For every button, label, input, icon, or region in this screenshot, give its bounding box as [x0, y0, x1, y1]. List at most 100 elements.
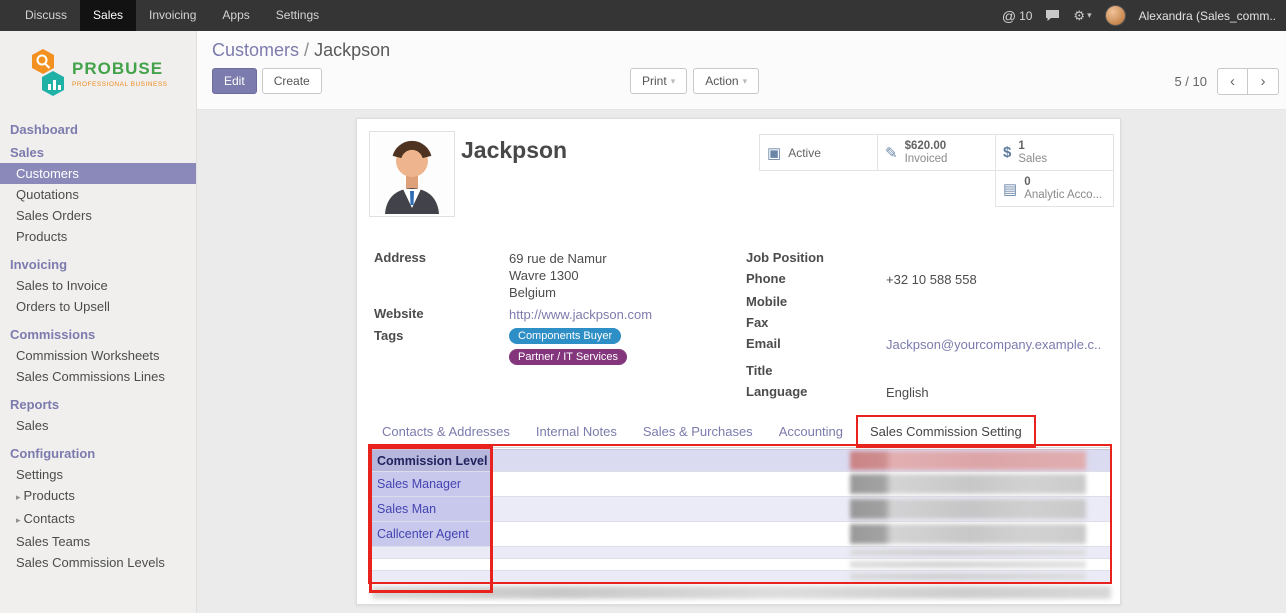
left-field-group: Address 69 rue de Namur Wavre 1300 Belgi… — [374, 250, 714, 375]
action-dropdown-button[interactable]: Action▾ — [693, 68, 759, 94]
mobile-field: Mobile — [746, 294, 1111, 310]
sidebar-item-products[interactable]: Products — [0, 226, 196, 247]
print-dropdown-button[interactable]: Print▾ — [630, 68, 687, 94]
address-field: Address 69 rue de Namur Wavre 1300 Belgi… — [374, 250, 714, 301]
sidebar-item-sales-orders[interactable]: Sales Orders — [0, 205, 196, 226]
dollar-icon: $ — [1003, 144, 1011, 161]
messages-button[interactable] — [1045, 9, 1060, 22]
sidebar-heading-reports[interactable]: Reports — [0, 394, 196, 415]
probuse-logo-icon — [30, 47, 66, 99]
breadcrumb-separator: / — [304, 40, 309, 60]
sidebar-item-label: Products — [24, 488, 75, 503]
invoiced-stat-button[interactable]: ✎ $620.00 Invoiced — [877, 134, 996, 171]
sidebar-heading-sales[interactable]: Sales — [0, 142, 196, 163]
chevron-down-icon: ▾ — [743, 76, 748, 87]
invoiced-label: Invoiced — [905, 153, 948, 166]
tab-sales-purchases[interactable]: Sales & Purchases — [630, 416, 766, 447]
breadcrumb: Customers / Jackpson — [212, 40, 390, 61]
customer-avatar-image — [372, 134, 452, 214]
mentions-button[interactable]: @ 10 — [1002, 8, 1033, 24]
probuse-logo: PROBUSE PROFESSIONAL BUSINESS — [0, 31, 196, 113]
form-sheet: Jackpson ▣ Active ✎ $620.00 Invoiced $ 1… — [356, 118, 1121, 605]
tag-partner-it-services[interactable]: Partner / IT Services — [509, 349, 627, 365]
logo-title: PROBUSE — [72, 59, 168, 79]
create-button[interactable]: Create — [262, 68, 322, 94]
form-buttons: Edit Create — [212, 68, 322, 94]
table-row[interactable]: Callcenter Agent — [372, 521, 1111, 546]
mention-count: 10 — [1019, 9, 1032, 23]
tab-sales-commission-setting[interactable]: Sales Commission Setting — [856, 415, 1036, 448]
table-empty-row — [372, 546, 1111, 558]
tags-label: Tags — [374, 328, 509, 370]
topbar-menus: Discuss Sales Invoicing Apps Settings — [0, 0, 332, 31]
notebook-tabs: Contacts & Addresses Internal Notes Sale… — [369, 415, 1110, 448]
tab-contacts-addresses[interactable]: Contacts & Addresses — [369, 416, 523, 447]
sidebar-item-orders-to-upsell[interactable]: Orders to Upsell — [0, 296, 196, 317]
phone-label: Phone — [746, 271, 886, 288]
sidebar-item-config-contacts[interactable]: ▸Contacts — [0, 508, 196, 531]
redacted-value — [850, 561, 1086, 568]
pager-previous-button[interactable]: ‹ — [1217, 68, 1248, 95]
user-avatar[interactable] — [1105, 5, 1126, 26]
sidebar-item-commission-worksheets[interactable]: Commission Worksheets — [0, 345, 196, 366]
user-menu[interactable]: Alexandra (Sales_comm.. — [1139, 9, 1276, 23]
phone-value[interactable]: +32 10 588 558 — [886, 271, 977, 288]
table-row[interactable]: Sales Manager — [372, 471, 1111, 496]
tab-internal-notes[interactable]: Internal Notes — [523, 416, 630, 447]
analytic-accounts-stat-button[interactable]: ▤ 0 Analytic Acco... — [995, 170, 1114, 207]
sidebar-item-sales-commission-levels[interactable]: Sales Commission Levels — [0, 552, 196, 573]
website-link[interactable]: http://www.jackpson.com — [509, 306, 652, 323]
tab-accounting[interactable]: Accounting — [766, 416, 856, 447]
gear-icon: ⚙ — [1073, 8, 1085, 24]
redacted-value — [850, 573, 1086, 580]
topbar-menu-invoicing[interactable]: Invoicing — [136, 0, 209, 31]
topbar-menu-sales[interactable]: Sales — [80, 0, 136, 31]
redacted-header-value — [850, 451, 1086, 470]
chevron-right-icon: › — [1261, 73, 1266, 90]
sidebar-item-label: Contacts — [24, 511, 75, 526]
email-link[interactable]: Jackpson@yourcompany.example.c.. — [886, 336, 1101, 353]
table-row[interactable]: Sales Man — [372, 496, 1111, 521]
breadcrumb-customers-link[interactable]: Customers — [212, 40, 299, 60]
sidebar: PROBUSE PROFESSIONAL BUSINESS Dashboard … — [0, 31, 197, 613]
email-field: Email Jackpson@yourcompany.example.c.. — [746, 336, 1111, 353]
redacted-value — [850, 549, 1086, 556]
sidebar-heading-invoicing[interactable]: Invoicing — [0, 254, 196, 275]
customer-photo[interactable] — [369, 131, 455, 217]
sidebar-heading-commissions[interactable]: Commissions — [0, 324, 196, 345]
sidebar-item-reports-sales[interactable]: Sales — [0, 415, 196, 436]
right-field-group: Job Position Phone +32 10 588 558 Mobile… — [746, 250, 1111, 406]
commission-level-header: Commission Level — [372, 450, 490, 471]
language-value[interactable]: English — [886, 384, 929, 401]
sidebar-item-settings[interactable]: Settings — [0, 464, 196, 485]
analytic-count: 0 — [1024, 176, 1102, 189]
title-label: Title — [746, 363, 886, 379]
main-content: Jackpson ▣ Active ✎ $620.00 Invoiced $ 1… — [197, 110, 1286, 613]
sidebar-item-sales-teams[interactable]: Sales Teams — [0, 531, 196, 552]
tags-field: Tags Components Buyer Partner / IT Servi… — [374, 328, 714, 370]
sidebar-item-customers[interactable]: Customers — [0, 163, 196, 184]
redacted-value — [850, 499, 1086, 519]
mobile-label: Mobile — [746, 294, 886, 310]
commission-table-header-row: Commission Level — [372, 449, 1111, 471]
sidebar-heading-dashboard[interactable]: Dashboard — [0, 119, 196, 140]
sidebar-item-quotations[interactable]: Quotations — [0, 184, 196, 205]
sidebar-heading-configuration[interactable]: Configuration — [0, 443, 196, 464]
address-value[interactable]: 69 rue de Namur Wavre 1300 Belgium — [509, 250, 607, 301]
commission-level-cell: Sales Man — [372, 497, 490, 521]
table-empty-row — [372, 570, 1111, 582]
active-stat-button[interactable]: ▣ Active — [759, 134, 878, 171]
debug-menu-button[interactable]: ⚙ ▾ — [1073, 8, 1091, 24]
sidebar-item-sales-to-invoice[interactable]: Sales to Invoice — [0, 275, 196, 296]
topbar-menu-discuss[interactable]: Discuss — [12, 0, 80, 31]
pager-next-button[interactable]: › — [1248, 68, 1279, 95]
website-field: Website http://www.jackpson.com — [374, 306, 714, 323]
sidebar-item-sales-commissions-lines[interactable]: Sales Commissions Lines — [0, 366, 196, 387]
tag-components-buyer[interactable]: Components Buyer — [509, 328, 621, 344]
sidebar-item-config-products[interactable]: ▸Products — [0, 485, 196, 508]
topbar-menu-settings[interactable]: Settings — [263, 0, 332, 31]
topbar-menu-apps[interactable]: Apps — [209, 0, 262, 31]
sales-stat-button[interactable]: $ 1 Sales — [995, 134, 1114, 171]
table-empty-row — [372, 558, 1111, 570]
edit-button[interactable]: Edit — [212, 68, 257, 94]
